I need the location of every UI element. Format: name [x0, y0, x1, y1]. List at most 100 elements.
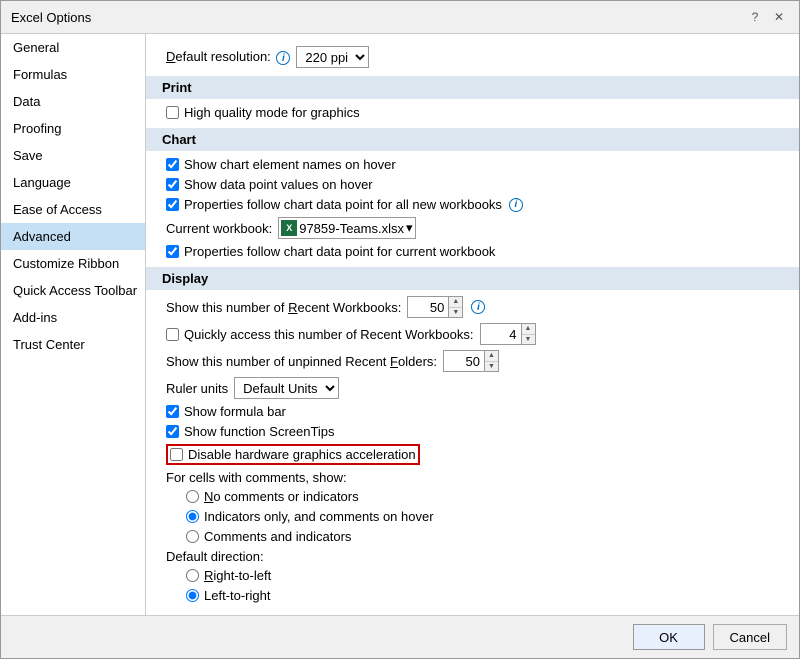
- high-quality-row: High quality mode for graphics: [162, 105, 783, 120]
- show-data-point-label: Show data point values on hover: [184, 177, 373, 192]
- quick-access-up[interactable]: ▲: [522, 324, 535, 335]
- comments-and-indicators-radio[interactable]: [186, 530, 199, 543]
- show-formula-bar-checkbox[interactable]: [166, 405, 179, 418]
- no-comments-radio[interactable]: [186, 490, 199, 503]
- title-controls: ? ✕: [745, 7, 789, 27]
- no-comments-row: No comments or indicators: [182, 489, 783, 504]
- cancel-button[interactable]: Cancel: [713, 624, 787, 650]
- properties-follow-current-row: Properties follow chart data point for c…: [162, 244, 783, 259]
- show-function-screentips-checkbox[interactable]: [166, 425, 179, 438]
- ok-button[interactable]: OK: [633, 624, 705, 650]
- sidebar-item-ease-of-access[interactable]: Ease of Access: [1, 196, 145, 223]
- workbook-value: 97859-Teams.xlsx: [299, 221, 404, 236]
- title-bar-left: Excel Options: [11, 10, 91, 25]
- workbook-select[interactable]: X 97859-Teams.xlsx ▾: [278, 217, 415, 239]
- display-section-header: Display: [146, 267, 799, 290]
- workbook-dropdown-arrow: ▾: [406, 220, 413, 236]
- close-button[interactable]: ✕: [769, 7, 789, 27]
- direction-options: Right-to-left Left-to-right: [162, 568, 783, 603]
- comments-and-indicators-row: Comments and indicators: [182, 529, 783, 544]
- show-formula-bar-label: Show formula bar: [184, 404, 286, 419]
- indicators-only-radio[interactable]: [186, 510, 199, 523]
- no-comments-label: No comments or indicators: [204, 489, 359, 504]
- main-content: Default resolution: i 220 ppi 96 ppi 150…: [146, 34, 799, 615]
- recent-workbooks-up[interactable]: ▲: [449, 297, 462, 308]
- sidebar-item-quick-access-toolbar[interactable]: Quick Access Toolbar: [1, 277, 145, 304]
- left-to-right-row: Left-to-right: [182, 588, 783, 603]
- show-function-screentips-row: Show function ScreenTips: [162, 424, 783, 439]
- properties-follow-current-label: Properties follow chart data point for c…: [184, 244, 495, 259]
- show-element-names-checkbox[interactable]: [166, 158, 179, 171]
- title-bar: Excel Options ? ✕: [1, 1, 799, 34]
- sidebar-item-proofing[interactable]: Proofing: [1, 115, 145, 142]
- quick-access-input[interactable]: [481, 324, 521, 344]
- show-element-names-label: Show chart element names on hover: [184, 157, 396, 172]
- default-resolution-label: Default resolution: i: [166, 49, 290, 66]
- sidebar-item-save[interactable]: Save: [1, 142, 145, 169]
- excel-options-dialog: Excel Options ? ✕ General Formulas Data …: [0, 0, 800, 659]
- dialog-body: General Formulas Data Proofing Save Lang…: [1, 34, 799, 615]
- excel-icon: X: [281, 220, 297, 236]
- comments-and-indicators-label: Comments and indicators: [204, 529, 351, 544]
- help-button[interactable]: ?: [745, 7, 765, 27]
- sidebar-item-formulas[interactable]: Formulas: [1, 61, 145, 88]
- unpinned-folders-input[interactable]: [444, 351, 484, 371]
- sidebar-item-advanced[interactable]: Advanced: [1, 223, 145, 250]
- comments-options: No comments or indicators Indicators onl…: [162, 489, 783, 544]
- quick-access-down[interactable]: ▼: [522, 335, 535, 345]
- sidebar-item-data[interactable]: Data: [1, 88, 145, 115]
- disable-hardware-row: Disable hardware graphics acceleration: [162, 444, 783, 465]
- recent-workbooks-row: Show this number of Recent Workbooks: ▲ …: [162, 296, 783, 318]
- quick-access-spinner[interactable]: ▲ ▼: [480, 323, 536, 345]
- recent-workbooks-down[interactable]: ▼: [449, 308, 462, 318]
- unpinned-folders-label: Show this number of unpinned Recent Fold…: [166, 354, 437, 369]
- properties-follow-all-checkbox[interactable]: [166, 198, 179, 211]
- quick-access-label: Quickly access this number of Recent Wor…: [184, 327, 474, 342]
- right-to-left-label: Right-to-left: [204, 568, 271, 583]
- ruler-units-select[interactable]: Default Units Inches Centimeters Millime…: [234, 377, 339, 399]
- recent-workbooks-info-icon: i: [471, 300, 485, 314]
- disable-hardware-checkbox[interactable]: [170, 448, 183, 461]
- disable-hardware-highlight: Disable hardware graphics acceleration: [166, 444, 420, 465]
- ruler-units-row: Ruler units Default Units Inches Centime…: [162, 377, 783, 399]
- quick-access-row: Quickly access this number of Recent Wor…: [162, 323, 783, 345]
- default-resolution-select[interactable]: 220 ppi 96 ppi 150 ppi: [296, 46, 369, 68]
- properties-follow-all-info-icon: i: [509, 198, 523, 212]
- show-data-point-checkbox[interactable]: [166, 178, 179, 191]
- show-element-names-row: Show chart element names on hover: [162, 157, 783, 172]
- recent-workbooks-input[interactable]: [408, 297, 448, 317]
- sidebar-item-add-ins[interactable]: Add-ins: [1, 304, 145, 331]
- sidebar-item-language[interactable]: Language: [1, 169, 145, 196]
- recent-workbooks-spinner[interactable]: ▲ ▼: [407, 296, 463, 318]
- indicators-only-row: Indicators only, and comments on hover: [182, 509, 783, 524]
- unpinned-folders-spinner[interactable]: ▲ ▼: [443, 350, 499, 372]
- unpinned-folders-down[interactable]: ▼: [485, 362, 498, 372]
- dialog-title: Excel Options: [11, 10, 91, 25]
- sidebar: General Formulas Data Proofing Save Lang…: [1, 34, 146, 615]
- recent-workbooks-label: Show this number of Recent Workbooks:: [166, 300, 401, 315]
- current-workbook-row: Current workbook: X 97859-Teams.xlsx ▾: [162, 217, 783, 239]
- sidebar-item-general[interactable]: General: [1, 34, 145, 61]
- quick-access-checkbox[interactable]: [166, 328, 179, 341]
- right-to-left-row: Right-to-left: [182, 568, 783, 583]
- high-quality-label: High quality mode for graphics: [184, 105, 360, 120]
- ruler-units-label: Ruler units: [166, 381, 228, 396]
- chart-section-header: Chart: [146, 128, 799, 151]
- current-workbook-label: Current workbook:: [166, 221, 272, 236]
- default-resolution-row: Default resolution: i 220 ppi 96 ppi 150…: [162, 46, 783, 68]
- sidebar-item-customize-ribbon[interactable]: Customize Ribbon: [1, 250, 145, 277]
- default-resolution-info-icon: i: [276, 51, 290, 65]
- unpinned-folders-up[interactable]: ▲: [485, 351, 498, 362]
- sidebar-item-trust-center[interactable]: Trust Center: [1, 331, 145, 358]
- properties-follow-all-label: Properties follow chart data point for a…: [184, 197, 502, 212]
- show-function-screentips-label: Show function ScreenTips: [184, 424, 335, 439]
- high-quality-checkbox[interactable]: [166, 106, 179, 119]
- left-to-right-radio[interactable]: [186, 589, 199, 602]
- right-to-left-radio[interactable]: [186, 569, 199, 582]
- disable-hardware-label: Disable hardware graphics acceleration: [188, 447, 416, 462]
- left-to-right-label: Left-to-right: [204, 588, 270, 603]
- properties-follow-current-checkbox[interactable]: [166, 245, 179, 258]
- content-inner: Default resolution: i 220 ppi 96 ppi 150…: [146, 34, 799, 615]
- show-formula-bar-row: Show formula bar: [162, 404, 783, 419]
- unpinned-folders-row: Show this number of unpinned Recent Fold…: [162, 350, 783, 372]
